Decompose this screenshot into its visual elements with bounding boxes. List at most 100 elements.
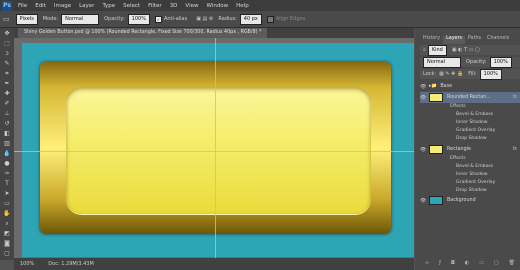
menu-edit[interactable]: Edit: [35, 3, 46, 9]
tab-channels[interactable]: Channels: [484, 36, 512, 44]
effect-inner-shadow[interactable]: Inner Shadow: [456, 120, 520, 128]
eyedropper-tool-icon[interactable]: ✒: [2, 79, 12, 88]
layer-opacity-input[interactable]: 100%: [489, 56, 512, 68]
eye-icon[interactable]: 👁: [420, 95, 426, 101]
layer-name: Background: [447, 198, 476, 203]
menu-type[interactable]: Type: [102, 3, 115, 9]
filter-search-icon[interactable]: ⌕: [423, 47, 426, 53]
tab-layers[interactable]: Layers: [443, 36, 465, 44]
antialias-checkbox[interactable]: ✓: [154, 15, 162, 23]
horizontal-guide[interactable]: [14, 151, 414, 152]
layer-name: Rectangle: [447, 147, 471, 152]
shape-tool-icon[interactable]: ▭: [2, 199, 12, 208]
menu-window[interactable]: Window: [206, 3, 228, 9]
mode-label: Mode:: [42, 16, 59, 22]
pen-tool-icon[interactable]: ✑: [2, 169, 12, 178]
move-tool-icon[interactable]: ✥: [2, 29, 12, 38]
eraser-tool-icon[interactable]: ◧: [2, 129, 12, 138]
menu-filter[interactable]: Filter: [148, 3, 162, 9]
lock-icons[interactable]: ▦ ✎ ✥ 🔒: [439, 71, 463, 77]
zoom-tool-icon[interactable]: ⌕: [2, 219, 12, 228]
group-name: Base: [440, 84, 453, 89]
link-icon[interactable]: ∞: [425, 260, 429, 266]
align-edges-checkbox[interactable]: [266, 15, 274, 23]
menu-image[interactable]: Image: [54, 3, 71, 9]
opacity-input[interactable]: 100%: [127, 13, 150, 25]
brush-tool-icon[interactable]: ✐: [2, 99, 12, 108]
document-tab-bar: Shiny Golden Button.psd @ 100% (Rounded …: [14, 28, 414, 38]
blend-row: Normal Opacity: 100%: [420, 56, 520, 68]
effect-gradient-overlay[interactable]: Gradient Overlay: [456, 128, 520, 136]
zoom-level[interactable]: 100%: [20, 261, 34, 267]
new-group-icon[interactable]: ▭: [479, 260, 484, 266]
pixels-select[interactable]: Pixels: [15, 13, 38, 25]
blend-mode-select[interactable]: Normal: [423, 56, 461, 68]
document-tab[interactable]: Shiny Golden Button.psd @ 100% (Rounded …: [18, 28, 268, 38]
menu-bar: Ps File Edit Image Layer Type Select Fil…: [0, 0, 520, 11]
layer-group-base[interactable]: 👁 ▸📁 Base: [420, 81, 520, 92]
antialias-label: Anti-alias: [163, 16, 188, 22]
layer-name: Rounded Rectan...: [447, 95, 491, 100]
layer-opacity-label: Opacity:: [466, 59, 487, 65]
history-brush-tool-icon[interactable]: ↺: [2, 119, 12, 128]
path-ops-icon[interactable]: ▣ ▤ ⚙: [196, 16, 213, 22]
blur-tool-icon[interactable]: 💧: [2, 149, 12, 158]
menu-file[interactable]: File: [18, 3, 27, 9]
path-select-tool-icon[interactable]: ➤: [2, 189, 12, 198]
vertical-guide[interactable]: [215, 38, 216, 258]
quick-mask-icon[interactable]: ◙: [2, 239, 12, 248]
marquee-tool-icon[interactable]: ⬚: [2, 39, 12, 48]
effect-gradient-overlay[interactable]: Gradient Overlay: [456, 180, 520, 188]
layer-rectangle[interactable]: 👁 Rectangle fx: [420, 144, 520, 155]
filter-icons[interactable]: ▣ ◐ T ▭ ▢: [452, 47, 480, 53]
effects-label: Effects: [450, 156, 466, 161]
dodge-tool-icon[interactable]: ●: [2, 159, 12, 168]
menu-3d[interactable]: 3D: [170, 3, 178, 9]
effect-drop-shadow[interactable]: Drop Shadow: [456, 136, 520, 144]
fx-icon[interactable]: fx: [512, 147, 517, 152]
healing-tool-icon[interactable]: ✚: [2, 89, 12, 98]
tab-history[interactable]: History: [420, 36, 443, 44]
lock-label: Lock:: [423, 71, 437, 77]
layer-rounded-rectangle[interactable]: 👁 Rounded Rectan... fx: [420, 92, 520, 103]
menu-help[interactable]: Help: [236, 3, 249, 9]
tool-preset-icon[interactable]: ▭: [3, 15, 10, 23]
new-layer-icon[interactable]: ▢: [494, 260, 499, 266]
layer-filter-row: ⌕ Kind ▣ ◐ T ▭ ▢: [420, 44, 520, 56]
mask-icon[interactable]: ◘: [451, 260, 455, 266]
layer-thumbnail: [429, 196, 443, 205]
fx-icon[interactable]: fx: [512, 95, 517, 100]
effect-bevel[interactable]: Bevel & Emboss: [456, 112, 520, 120]
effect-bevel[interactable]: Bevel & Emboss: [456, 164, 520, 172]
menu-layer[interactable]: Layer: [79, 3, 94, 9]
trash-icon[interactable]: 🗑: [509, 260, 515, 266]
eye-icon[interactable]: 👁: [420, 84, 426, 90]
stamp-tool-icon[interactable]: ⊥: [2, 109, 12, 118]
fill-input[interactable]: 100%: [479, 68, 502, 80]
effects-label: Effects: [450, 104, 466, 109]
layer-background[interactable]: 👁 Background: [420, 195, 520, 206]
gradient-tool-icon[interactable]: ▥: [2, 139, 12, 148]
eye-icon[interactable]: 👁: [420, 147, 426, 153]
kind-filter-select[interactable]: Kind: [427, 44, 447, 56]
hand-tool-icon[interactable]: ✋: [2, 209, 12, 218]
options-bar: ▭ Pixels Mode: Normal Opacity: 100% ✓ An…: [0, 11, 520, 28]
crop-tool-icon[interactable]: ⌗: [2, 69, 12, 78]
radius-input[interactable]: 40 px: [239, 13, 262, 25]
menu-select[interactable]: Select: [123, 3, 140, 9]
adjustment-icon[interactable]: ◐: [465, 260, 469, 266]
lasso-tool-icon[interactable]: ↄ: [2, 49, 12, 58]
color-swatches-icon[interactable]: ◩: [2, 229, 12, 238]
lock-row: Lock: ▦ ✎ ✥ 🔒 Fill: 100%: [420, 68, 520, 80]
type-tool-icon[interactable]: T: [2, 179, 12, 188]
eye-icon[interactable]: 👁: [420, 198, 426, 204]
fx-menu-icon[interactable]: ƒ: [439, 260, 441, 266]
tab-paths[interactable]: Paths: [465, 36, 484, 44]
quick-select-tool-icon[interactable]: ✎: [2, 59, 12, 68]
screen-mode-icon[interactable]: ▢: [2, 249, 12, 258]
doc-info[interactable]: Doc: 1.29M/3.43M: [48, 261, 94, 267]
effect-inner-shadow[interactable]: Inner Shadow: [456, 172, 520, 180]
opacity-label: Opacity:: [104, 16, 125, 22]
menu-view[interactable]: View: [185, 3, 198, 9]
mode-select[interactable]: Normal: [61, 13, 100, 25]
